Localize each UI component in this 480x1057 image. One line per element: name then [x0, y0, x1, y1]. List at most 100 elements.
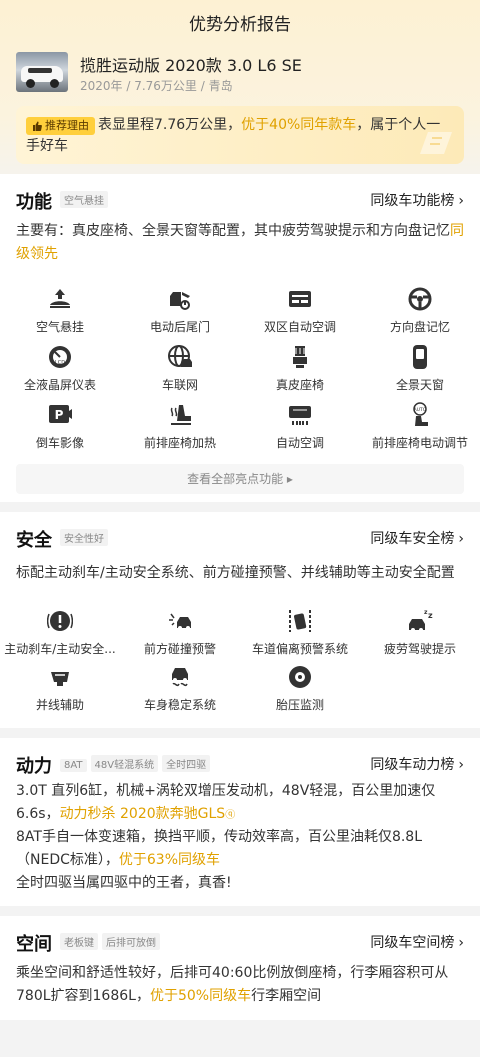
space-desc: 乘坐空间和舒适性较好，后排可40:60比例放倒座椅，行李厢容积可从780L扩容到… [16, 962, 464, 1008]
feature-label: 全景天窗 [395, 378, 444, 392]
lcd-cluster-icon: LCD [49, 346, 71, 368]
auto-ac-icon [289, 406, 311, 425]
svg-text:P: P [55, 408, 64, 422]
blind-spot-icon [51, 672, 69, 686]
safety-item[interactable]: 并线辅助 [0, 664, 120, 713]
power-tag: 48V轻混系统 [90, 755, 159, 772]
car-summary[interactable]: 揽胜运动版 2020款 3.0 L6 SE 2020年 / 7.76万公里 / … [16, 50, 464, 96]
space-tag: 老板键 [60, 933, 98, 950]
safety-tag: 安全性好 [60, 529, 108, 546]
feature-label: 前排座椅电动调节 [371, 436, 468, 450]
feature-item[interactable]: AUTO 前排座椅电动调节 [360, 402, 480, 451]
air-suspension-icon [50, 289, 70, 308]
safety-rank-label: 同级车安全榜 [370, 531, 455, 547]
page-title: 优势分析报告 [189, 15, 291, 35]
chevron-right-icon: › [458, 193, 464, 209]
feature-item[interactable]: P 倒车影像 [0, 402, 120, 451]
safety-item[interactable]: 车道偏离预警系统 [240, 608, 360, 657]
safety-label: 车身稳定系统 [143, 698, 216, 712]
view-all-label: 查看全部亮点功能 [187, 472, 284, 486]
safety-item[interactable]: 前方碰撞预警 [120, 608, 240, 657]
view-all-features-button[interactable]: 查看全部亮点功能 ▸ [16, 464, 464, 494]
space-rank-link[interactable]: 同级车空间榜 › [370, 932, 464, 952]
safety-title: 安全 [16, 530, 52, 551]
features-title: 功能 [16, 192, 52, 213]
power-rank-label: 同级车动力榜 [370, 757, 455, 773]
dual-zone-ac-icon [289, 291, 311, 307]
svg-text:z: z [428, 611, 433, 620]
power-rank-link[interactable]: 同级车动力榜 › [370, 754, 464, 774]
power-p1-highlight[interactable]: 动力秒杀 2020款奔驰GLS [60, 806, 226, 822]
chevron-right-icon: › [458, 757, 464, 773]
space-card: 空间 老板键 后排可放倒 同级车空间榜 › 乘坐空间和舒适性较好，后排可40:60比… [0, 916, 480, 1020]
recommend-text-a: 表显里程7.76万公里， [98, 117, 242, 133]
connected-car-icon [168, 345, 192, 367]
caret-right-icon: ▸ [286, 472, 293, 486]
feature-label: 真皮座椅 [275, 378, 324, 392]
search-icon: ⓠ [225, 810, 236, 821]
safety-label: 主动刹车/主动安全... [4, 642, 116, 656]
safety-rank-link[interactable]: 同级车安全榜 › [370, 528, 464, 548]
car-thumbnail [16, 52, 68, 92]
safety-label: 胎压监测 [275, 698, 324, 712]
feature-label: 电动后尾门 [149, 320, 210, 334]
collision-warning-icon [169, 613, 191, 630]
safety-item[interactable]: zz 疲劳驾驶提示 [360, 608, 480, 657]
recommend-text: 表显里程7.76万公里，优于40%同年款车，属于个人一手好车 [26, 115, 452, 157]
safety-item[interactable]: 主动刹车/主动安全... [0, 608, 120, 657]
feature-label: 方向盘记忆 [389, 320, 450, 334]
safety-item[interactable]: 车身稳定系统 [120, 664, 240, 713]
power-tag: 全时四驱 [162, 755, 211, 772]
safety-label: 并线辅助 [35, 698, 84, 712]
safety-desc: 标配主动刹车/主动安全系统、前方碰撞预警、并线辅助等主动安全配置 [16, 565, 455, 581]
features-card: 功能 空气悬挂 同级车功能榜 › 主要有：真皮座椅、全景天窗等配置，其中疲劳驾驶提… [0, 174, 480, 502]
space-desc-highlight: 优于50%同级车 [149, 988, 252, 1004]
features-rank-link[interactable]: 同级车功能榜 › [370, 190, 464, 210]
safety-item[interactable]: 胎压监测 [240, 664, 360, 713]
svg-text:z: z [424, 609, 428, 616]
feature-label: 车联网 [161, 378, 198, 392]
steering-memory-icon [408, 287, 432, 311]
panoramic-sunroof-icon [413, 345, 427, 369]
chevron-right-icon: › [458, 531, 464, 547]
chevron-right-icon: › [458, 935, 464, 951]
safety-label: 前方碰撞预警 [143, 642, 216, 656]
feature-label: 自动空调 [275, 436, 324, 450]
stability-control-icon [172, 668, 188, 687]
features-desc: 主要有：真皮座椅、全景天窗等配置，其中疲劳驾驶提示和方向盘记忆同级领先 [16, 220, 464, 266]
features-rank-label: 同级车功能榜 [370, 193, 455, 209]
feature-label: 空气悬挂 [35, 320, 84, 334]
seat-heating-icon [170, 405, 191, 425]
power-title: 动力 [16, 756, 52, 777]
feature-item[interactable]: 方向盘记忆 [360, 286, 480, 335]
feature-label: 双区自动空调 [263, 320, 336, 334]
svg-text:LCD: LCD [55, 360, 65, 366]
safety-label: 车道偏离预警系统 [251, 642, 348, 656]
feature-item[interactable]: 车联网 [120, 344, 240, 393]
feature-item[interactable]: LCD 全液晶屏仪表 [0, 344, 120, 393]
power-tailgate-icon [170, 292, 190, 310]
space-tag: 后排可放倒 [102, 933, 160, 950]
recommend-highlight: 优于40%同年款车 [241, 117, 357, 133]
features-tag: 空气悬挂 [60, 191, 108, 208]
feature-item[interactable]: 双区自动空调 [240, 286, 360, 335]
lane-departure-icon [289, 610, 311, 632]
feature-item[interactable]: 电动后尾门 [120, 286, 240, 335]
space-rank-label: 同级车空间榜 [370, 935, 455, 951]
svg-text:AUTO: AUTO [414, 407, 427, 413]
feature-item[interactable]: 空气悬挂 [0, 286, 120, 335]
feature-item[interactable]: 全景天窗 [360, 344, 480, 393]
space-title: 空间 [16, 934, 52, 955]
tire-pressure-icon [289, 666, 311, 688]
fatigue-alert-icon: zz [409, 609, 433, 632]
feature-item[interactable]: 前排座椅加热 [120, 402, 240, 451]
leather-seat-icon [293, 346, 307, 368]
power-p2-highlight: 优于63%同级车 [118, 852, 220, 868]
safety-label: 疲劳驾驶提示 [383, 642, 456, 656]
feature-item[interactable]: 真皮座椅 [240, 344, 360, 393]
car-meta: 2020年 / 7.76万公里 / 青岛 [80, 79, 233, 93]
power-paragraph-3: 全时四驱当属四驱中的王者，真香! [16, 875, 232, 891]
feature-item[interactable]: 自动空调 [240, 402, 360, 451]
power-tag: 8AT [60, 759, 87, 772]
safety-card: 安全 安全性好 同级车安全榜 › 标配主动刹车/主动安全系统、前方碰撞预警、并线辅… [0, 512, 480, 728]
